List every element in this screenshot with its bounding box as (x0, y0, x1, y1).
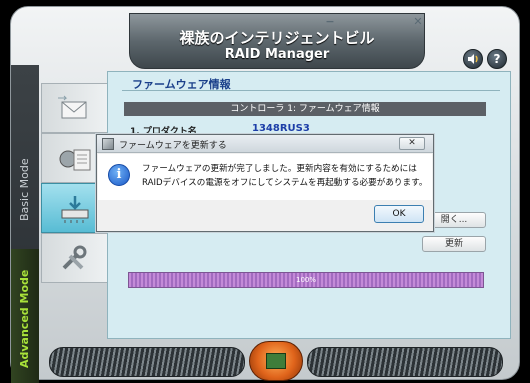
dialog-message: ファームウェアの更新が完了しました。更新内容を有効にするためにはRAIDデバイス… (142, 164, 428, 188)
chip-icon (266, 353, 286, 369)
app-title-en: RAID Manager (224, 47, 330, 62)
mail-icon (58, 95, 87, 119)
update-complete-dialog: ファームウェアを更新する ✕ i ファームウェアの更新が完了しました。更新内容を… (96, 134, 434, 232)
progress-label: 100% (295, 276, 316, 284)
title-bar: 裸族のインテリジェントビル RAID Manager (129, 13, 425, 69)
sidebar-item-mail[interactable] (41, 83, 107, 133)
app-icon (102, 138, 114, 150)
sound-button[interactable] (463, 49, 483, 69)
app-title-jp: 裸族のインテリジェントビル (179, 29, 375, 47)
help-button[interactable]: ? (487, 49, 507, 69)
mode-strip: Basic Mode Advanced Mode (11, 65, 39, 383)
speaker-icon (468, 54, 478, 64)
dialog-close-button[interactable]: ✕ (399, 137, 425, 150)
left-grill (49, 347, 245, 377)
tools-icon (62, 245, 87, 270)
minimize-button[interactable]: − (323, 15, 337, 29)
dialog-title: ファームウェアを更新する (119, 141, 227, 151)
dialog-titlebar: ファームウェアを更新する ✕ (97, 135, 433, 153)
controller-icon (59, 149, 91, 171)
firmware-download-icon (61, 196, 89, 223)
close-button[interactable]: ✕ (411, 15, 425, 29)
advanced-mode-tab[interactable]: Advanced Mode (11, 249, 39, 383)
product-name-value: 1348RUS3 (252, 123, 310, 134)
info-icon: i (108, 164, 130, 186)
help-icon: ? (493, 52, 501, 66)
right-grill (307, 347, 503, 377)
basic-mode-tab[interactable]: Basic Mode (11, 135, 39, 245)
ok-button[interactable]: OK (374, 205, 424, 223)
sidebar-item-tools[interactable] (41, 233, 107, 283)
dialog-footer: OK (98, 200, 432, 230)
section-divider (122, 90, 500, 91)
progress-bar: 100% (128, 272, 484, 288)
update-button[interactable]: 更新 (422, 236, 486, 252)
controller-header: コントローラ 1: ファームウェア情報 (124, 102, 486, 116)
